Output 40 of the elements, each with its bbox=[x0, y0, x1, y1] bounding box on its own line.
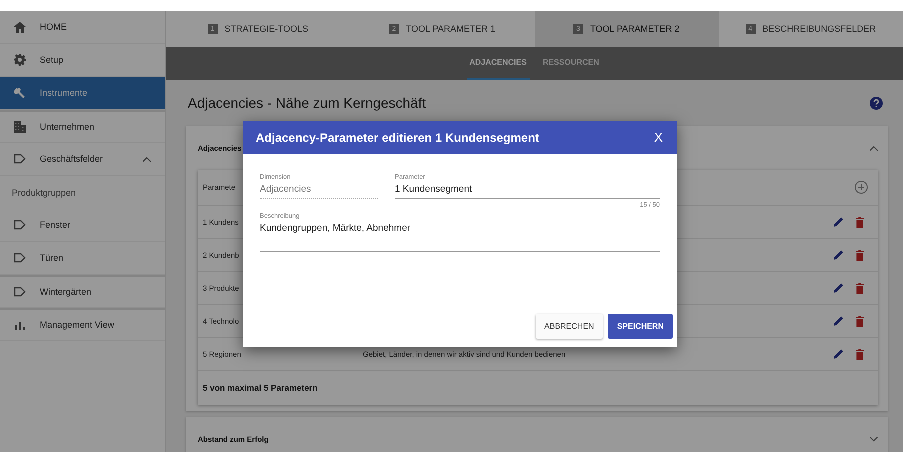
label-icon bbox=[14, 253, 26, 263]
label-icon bbox=[14, 154, 26, 164]
sidebar-item[interactable]: Management View bbox=[0, 308, 165, 341]
save-button[interactable]: SPEICHERN bbox=[608, 314, 673, 339]
wrench-icon bbox=[14, 87, 26, 99]
sidebar-item[interactable]: Türen bbox=[0, 242, 165, 275]
help-icon[interactable] bbox=[870, 96, 883, 110]
add-icon[interactable] bbox=[855, 181, 868, 194]
caret-icon[interactable] bbox=[870, 146, 878, 150]
label-icon bbox=[14, 220, 26, 230]
sidebar-subheader: Produktgruppen bbox=[11, 186, 78, 200]
subtab[interactable]: ADJACENCIES bbox=[466, 47, 530, 80]
edit-icon[interactable] bbox=[834, 283, 844, 293]
edit-icon[interactable] bbox=[834, 349, 844, 359]
delete-icon[interactable] bbox=[856, 216, 864, 228]
sidebar-item[interactable]: Geschäftsfelder bbox=[0, 143, 165, 176]
caret-icon[interactable] bbox=[143, 156, 151, 162]
delete-icon[interactable] bbox=[856, 282, 864, 294]
page-title: Adjacencies - Nähe zum Kerngeschäft bbox=[188, 95, 426, 111]
cancel-button[interactable]: ABBRECHEN bbox=[536, 314, 604, 339]
edit-icon[interactable] bbox=[834, 217, 844, 227]
label-icon bbox=[14, 287, 26, 297]
building-icon bbox=[14, 121, 26, 133]
sidebar-item[interactable]: Unternehmen bbox=[0, 110, 165, 143]
sidebar-item[interactable]: Fenster bbox=[0, 209, 165, 242]
edit-icon[interactable] bbox=[834, 316, 844, 326]
edit-icon[interactable] bbox=[834, 250, 844, 260]
sidebar-item[interactable]: Wintergärten bbox=[0, 275, 165, 308]
delete-icon[interactable] bbox=[856, 316, 864, 326]
close-button[interactable]: X bbox=[652, 130, 665, 145]
parameter-count: 5 von maximal 5 Parametern bbox=[203, 383, 318, 393]
delete-icon[interactable] bbox=[856, 348, 864, 360]
home-icon bbox=[14, 22, 26, 32]
sidebar-item[interactable]: Instrumente bbox=[0, 77, 165, 110]
delete-icon[interactable] bbox=[856, 250, 864, 260]
dialog-title: Adjacency-Parameter editieren 1 Kundensegment bbox=[256, 130, 540, 144]
settings-icon bbox=[14, 54, 26, 66]
bar-chart-icon bbox=[15, 320, 25, 330]
sidebar-item[interactable]: HOME bbox=[0, 11, 165, 44]
caret-icon[interactable] bbox=[870, 436, 878, 442]
